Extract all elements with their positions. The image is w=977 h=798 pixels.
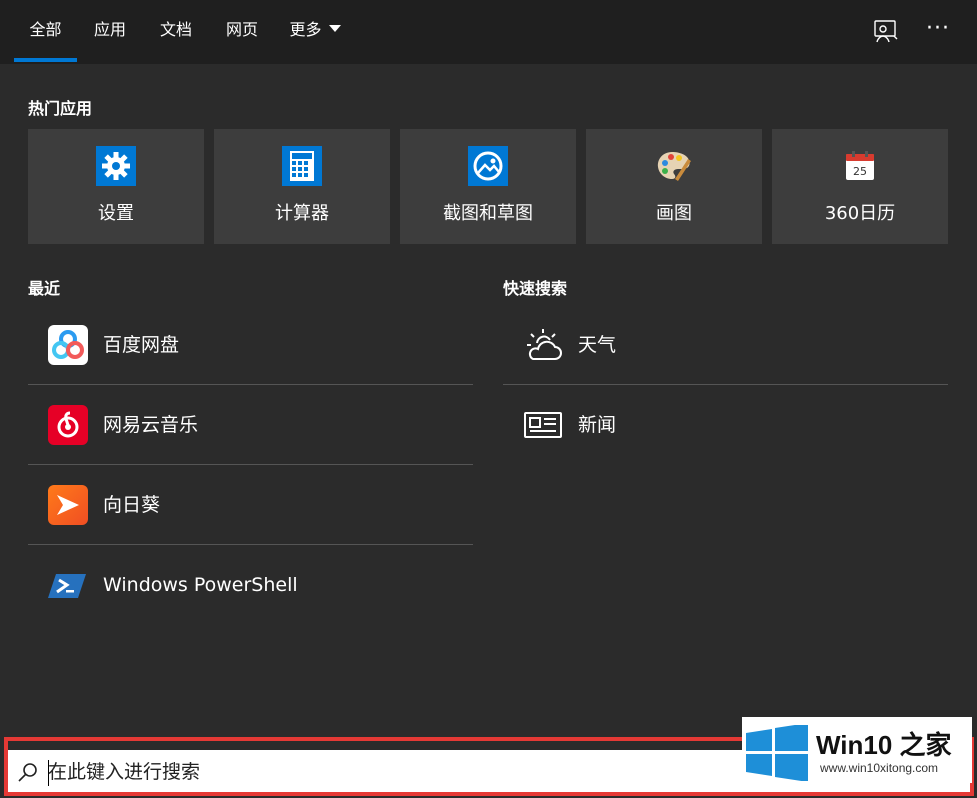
tab-apps[interactable]: 应用 <box>80 0 140 64</box>
quick-item-news[interactable]: 新闻 <box>503 385 948 465</box>
tab-more-label: 更多 <box>289 20 322 39</box>
weather-icon <box>523 325 563 365</box>
tile-calculator-label: 计算器 <box>275 203 329 224</box>
tab-all[interactable]: 全部 <box>14 0 77 64</box>
recent-item-baidu-netdisk[interactable]: 百度网盘 <box>28 305 473 385</box>
watermark-title: Win10 之家 <box>816 730 952 760</box>
baidu-netdisk-icon <box>48 325 88 365</box>
tab-documents-label: 文档 <box>159 20 192 39</box>
recent-item-label: 百度网盘 <box>103 334 180 356</box>
tab-documents[interactable]: 文档 <box>146 0 206 64</box>
recent-item-sunlogin[interactable]: 向日葵 <box>28 465 473 545</box>
windows-logo-icon <box>746 723 808 785</box>
quick-item-weather[interactable]: 天气 <box>503 305 948 385</box>
feedback-icon[interactable] <box>872 18 900 46</box>
tile-snip-sketch[interactable]: 截图和草图 <box>400 129 576 244</box>
quick-search-title: 快速搜索 <box>503 279 568 298</box>
recent-item-label: 向日葵 <box>103 494 161 516</box>
sunlogin-icon <box>48 485 88 525</box>
gear-icon <box>96 146 136 186</box>
recent-item-netease-music[interactable]: 网易云音乐 <box>28 385 473 465</box>
powershell-icon <box>48 565 88 605</box>
tile-settings-label: 设置 <box>98 203 134 224</box>
watermark: Win10 之家 www.win10xitong.com <box>742 717 972 783</box>
tab-web-label: 网页 <box>225 20 258 39</box>
tab-more[interactable]: 更多 <box>280 0 350 64</box>
quick-item-label: 新闻 <box>578 414 617 436</box>
watermark-url: www.win10xitong.com <box>820 761 939 775</box>
tab-web[interactable]: 网页 <box>212 0 272 64</box>
more-options-icon[interactable]: ··· <box>924 18 952 46</box>
recent-title: 最近 <box>28 279 61 298</box>
news-icon <box>523 405 563 445</box>
recent-item-powershell[interactable]: Windows PowerShell <box>28 545 473 625</box>
tile-360-calendar[interactable]: 25 360日历 <box>772 129 948 244</box>
recent-item-label: Windows PowerShell <box>103 574 298 596</box>
tile-paint-label: 画图 <box>656 203 692 224</box>
tab-all-label: 全部 <box>29 20 62 39</box>
calculator-icon <box>282 146 322 186</box>
search-tab-bar: 全部 应用 文档 网页 更多 ··· <box>0 0 977 64</box>
snip-sketch-icon <box>468 146 508 186</box>
recent-item-label: 网易云音乐 <box>103 414 199 436</box>
tile-paint[interactable]: 画图 <box>586 129 762 244</box>
netease-music-icon <box>48 405 88 445</box>
tile-calculator[interactable]: 计算器 <box>214 129 390 244</box>
chevron-down-icon <box>328 25 341 32</box>
paint-palette-icon <box>654 146 694 186</box>
calendar-icon: 25 <box>840 146 880 186</box>
top-apps-title: 热门应用 <box>28 99 93 118</box>
tile-snip-sketch-label: 截图和草图 <box>443 203 533 224</box>
tab-apps-label: 应用 <box>93 20 126 39</box>
tile-settings[interactable]: 设置 <box>28 129 204 244</box>
calendar-day: 25 <box>853 165 867 178</box>
tile-360-calendar-label: 360日历 <box>824 203 896 224</box>
quick-item-label: 天气 <box>578 334 617 356</box>
